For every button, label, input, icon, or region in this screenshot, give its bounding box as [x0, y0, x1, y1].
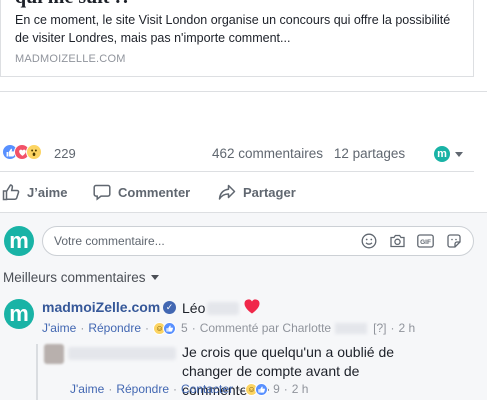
reaction-icons[interactable] [2, 144, 42, 160]
comment-reaction-count[interactable]: 5 [181, 321, 188, 335]
reply-reply-link[interactable]: Répondre [116, 382, 169, 396]
reaction-count[interactable]: 229 [54, 146, 76, 161]
reply-thread-line [36, 344, 38, 400]
reply-avatar[interactable] [44, 344, 64, 364]
reply-reactions[interactable]: ☺ [245, 382, 269, 396]
comment-sort-dropdown[interactable]: Meilleurs commentaires [3, 270, 159, 285]
reply-meta: J'aime · Répondre · Contacter · ☺ 9 · 2 … [70, 382, 309, 396]
chevron-down-icon [150, 275, 159, 280]
speech-bubble-icon [93, 184, 111, 201]
like-button-label: J’aime [27, 184, 68, 200]
comment-like-link[interactable]: J'aime [42, 321, 76, 335]
heart-emoji-icon [244, 299, 260, 319]
comment-meta: J'aime · Répondre · ☺ 5 · Commenté par C… [42, 321, 416, 335]
redacted-name [335, 322, 368, 334]
reply-contact-link[interactable]: Contacter [181, 382, 233, 396]
chevron-down-icon [455, 151, 463, 157]
comment-reply-link[interactable]: Répondre [88, 321, 141, 335]
like-icon [255, 382, 269, 396]
reply-like-link[interactable]: J'aime [70, 382, 104, 396]
commented-by-help[interactable]: [?] [373, 321, 386, 335]
comment-reactions[interactable]: ☺ [153, 321, 177, 335]
reactions-divider [0, 171, 474, 172]
comment-author[interactable]: madmoiZelle.com [42, 299, 160, 315]
post-divider [0, 91, 487, 92]
reply-reaction-count[interactable]: 9 [273, 382, 280, 396]
share-arrow-icon [218, 184, 236, 200]
like-icon [163, 321, 177, 335]
thumbs-up-icon [2, 184, 20, 201]
verified-badge-icon: ✓ [163, 301, 176, 314]
commented-by[interactable]: Commenté par Charlotte [200, 321, 331, 335]
comment-button[interactable]: Commenter [93, 183, 190, 201]
comments-count[interactable]: 462 commentaires [212, 146, 323, 161]
svg-text:GIF: GIF [420, 239, 431, 246]
comment-button-label: Commenter [118, 184, 191, 200]
card-description: En ce moment, le site Visit London organ… [15, 13, 451, 45]
comment-time[interactable]: 2 h [398, 321, 415, 335]
redacted-reply-author [68, 347, 176, 360]
comment-input[interactable] [42, 226, 474, 256]
emoji-icon[interactable] [360, 232, 378, 250]
composer-avatar[interactable]: m [4, 226, 34, 256]
like-button[interactable]: J’aime [2, 183, 67, 201]
sticker-icon[interactable] [445, 232, 463, 250]
engagement-counts: 462 commentaires 12 partages [212, 146, 412, 161]
gif-icon[interactable]: GIF [416, 232, 434, 250]
share-button[interactable]: Partager [218, 183, 296, 201]
page-identity-selector[interactable]: m [434, 146, 463, 162]
comment-sort-label: Meilleurs commentaires [3, 270, 146, 285]
camera-icon[interactable] [388, 232, 406, 250]
page-avatar-icon: m [434, 146, 450, 162]
card-domain: MADMOIZELLE.COM [15, 53, 126, 65]
reply-time[interactable]: 2 h [292, 382, 309, 396]
share-button-label: Partager [243, 184, 296, 200]
shares-count[interactable]: 12 partages [334, 146, 405, 161]
wow-icon [26, 144, 42, 160]
link-preview-card[interactable]: qui me suit !? En ce moment, le site Vis… [0, 0, 474, 77]
commenter-avatar[interactable]: m [4, 299, 34, 329]
comment-text: Léo [182, 300, 206, 316]
redacted-name [207, 302, 239, 315]
card-title[interactable]: qui me suit !? [15, 0, 131, 9]
